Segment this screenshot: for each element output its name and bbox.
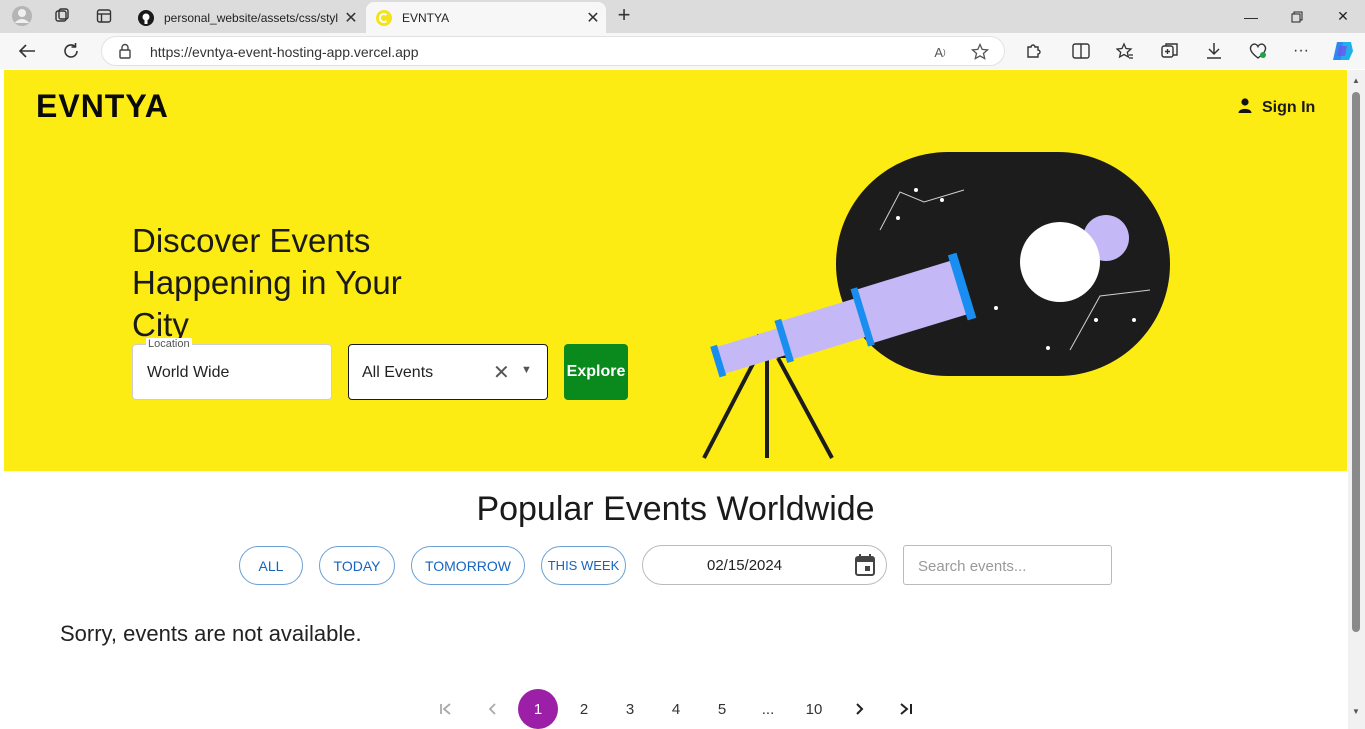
sign-in-label: Sign In: [1262, 99, 1316, 116]
favorites-icon[interactable]: [1110, 37, 1140, 65]
close-window-icon[interactable]: ✕: [1320, 0, 1365, 33]
workspaces-icon[interactable]: [48, 4, 76, 28]
next-page-icon[interactable]: [840, 689, 880, 729]
prev-page-icon[interactable]: [472, 689, 512, 729]
explore-button[interactable]: Explore: [564, 344, 628, 400]
scroll-down-icon[interactable]: ▼: [1352, 707, 1360, 716]
page-button[interactable]: 4: [656, 689, 696, 729]
extensions-icon[interactable]: [1018, 37, 1048, 65]
filter-today-chip[interactable]: TODAY: [319, 546, 395, 585]
user-icon: [1238, 98, 1252, 118]
site-logo[interactable]: EVNTYA: [36, 88, 169, 125]
browser-essentials-icon[interactable]: [1243, 37, 1273, 65]
filter-all-chip[interactable]: ALL: [239, 546, 303, 585]
search-input[interactable]: Search events...: [903, 545, 1112, 585]
page-button[interactable]: 2: [564, 689, 604, 729]
scroll-up-icon[interactable]: ▲: [1352, 76, 1360, 85]
page-viewport: EVNTYA Sign In Discover Events Happening…: [4, 70, 1347, 729]
page-button[interactable]: 10: [794, 689, 834, 729]
sign-in-button[interactable]: Sign In: [1238, 98, 1315, 118]
page-button[interactable]: 3: [610, 689, 650, 729]
minimize-icon[interactable]: —: [1228, 0, 1274, 33]
close-tab-icon[interactable]: ✕: [580, 8, 606, 28]
category-select[interactable]: All Events ✕ ▼: [348, 344, 548, 400]
browser-tab-bar: personal_website/assets/css/style ✕ EVNT…: [0, 0, 1365, 33]
first-page-icon[interactable]: [426, 689, 466, 729]
dropdown-arrow-icon[interactable]: ▼: [521, 364, 532, 376]
last-page-icon[interactable]: [886, 689, 926, 729]
hero-headline: Discover Events Happening in Your City: [132, 222, 402, 343]
tab-title: EVNTYA: [402, 10, 450, 25]
back-icon[interactable]: [12, 37, 42, 65]
favorite-star-icon[interactable]: [970, 42, 990, 62]
location-value: World Wide: [147, 364, 230, 381]
refresh-icon[interactable]: [56, 37, 86, 65]
calendar-icon[interactable]: [855, 554, 875, 581]
page-button[interactable]: 1: [518, 689, 558, 729]
copilot-icon[interactable]: [1328, 37, 1358, 65]
date-picker[interactable]: 02/15/2024: [642, 545, 887, 585]
browser-toolbar: https://evntya-event-hosting-app.vercel.…: [0, 33, 1365, 69]
date-value: 02/15/2024: [707, 557, 783, 574]
tab-evntya[interactable]: EVNTYA ✕: [366, 2, 606, 33]
filter-tomorrow-chip[interactable]: TOMORROW: [411, 546, 525, 585]
close-tab-icon[interactable]: ✕: [338, 8, 364, 28]
profile-icon[interactable]: [8, 4, 36, 28]
page-button[interactable]: 5: [702, 689, 742, 729]
scroll-thumb[interactable]: [1352, 92, 1360, 632]
split-screen-icon[interactable]: [1066, 37, 1096, 65]
downloads-icon[interactable]: [1199, 37, 1229, 65]
restore-icon[interactable]: [1274, 0, 1320, 33]
tab-actions-icon[interactable]: [90, 4, 118, 28]
evntya-favicon-icon: [376, 9, 392, 26]
category-value: All Events: [362, 364, 434, 381]
location-label: Location: [146, 338, 192, 350]
hero-section: EVNTYA Sign In Discover Events Happening…: [4, 70, 1347, 471]
collections-icon[interactable]: [1155, 37, 1185, 65]
github-icon: [138, 9, 154, 26]
page-scrollbar[interactable]: ▲ ▼: [1348, 70, 1365, 729]
telescope-illustration: [702, 152, 1170, 459]
lock-icon[interactable]: [118, 43, 132, 64]
filter-this-week-chip[interactable]: THIS WEEK: [541, 546, 626, 585]
section-title: Popular Events Worldwide: [476, 490, 875, 528]
search-placeholder: Search events...: [918, 558, 1027, 575]
page-ellipsis: ...: [761, 700, 775, 718]
empty-message: Sorry, events are not available.: [60, 621, 362, 646]
location-field[interactable]: Location World Wide: [132, 338, 332, 400]
address-bar[interactable]: https://evntya-event-hosting-app.vercel.…: [101, 36, 1005, 66]
tab-title: personal_website/assets/css/style: [164, 10, 338, 25]
tab-github[interactable]: personal_website/assets/css/style ✕: [128, 2, 364, 33]
more-menu-icon[interactable]: ···: [1286, 37, 1316, 65]
url-text: https://evntya-event-hosting-app.vercel.…: [150, 44, 419, 60]
new-tab-icon[interactable]: +: [612, 4, 636, 28]
read-aloud-icon[interactable]: A): [930, 42, 950, 62]
clear-icon[interactable]: ✕: [493, 360, 510, 385]
